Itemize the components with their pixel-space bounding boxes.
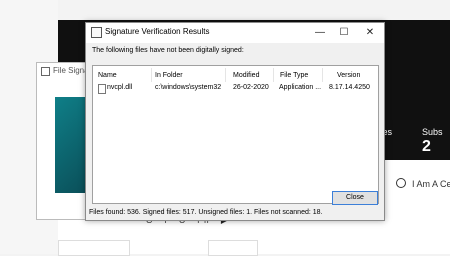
dialog-titlebar[interactable]: Signature Verification Results — ☐ ✕ [86,23,384,43]
app-icon [41,67,50,76]
smile-icon [396,178,406,188]
unsigned-files-list[interactable]: Name In Folder Modified File Type Versio… [92,65,379,204]
file-version: 8.17.14.4250 [329,84,370,91]
subscribers-label[interactable]: Subs [422,127,443,137]
column-divider[interactable] [151,68,152,82]
close-window-button[interactable]: ✕ [361,25,379,41]
about-text: I Am A Cer [396,178,450,189]
column-divider[interactable] [322,68,323,82]
close-button[interactable]: Close [332,191,378,205]
maximize-button[interactable]: ☐ [335,25,353,41]
column-divider[interactable] [273,68,274,82]
column-name[interactable]: Name [98,72,117,79]
column-version[interactable]: Version [337,72,360,79]
file-type: Application ... [279,84,322,91]
column-file-type[interactable]: File Type [280,72,308,79]
minimize-button[interactable]: — [311,25,329,41]
column-divider[interactable] [225,68,226,82]
file-modified: 26-02-2020 [233,84,269,91]
file-name[interactable]: nvcpl.dll [107,84,132,91]
signature-results-dialog[interactable]: Signature Verification Results — ☐ ✕ The… [85,22,385,221]
scan-summary-status: Files found: 536. Signed files: 517. Uns… [89,209,323,216]
file-icon [98,84,106,94]
column-in-folder[interactable]: In Folder [155,72,183,79]
subscribers-count: 2 [422,138,431,155]
file-folder: c:\windows\system32 [155,84,222,91]
unsigned-files-message: The following files have not been digita… [92,47,244,54]
dialog-title: Signature Verification Results [105,27,210,36]
verify-app-icon [91,27,102,38]
column-modified[interactable]: Modified [233,72,259,79]
